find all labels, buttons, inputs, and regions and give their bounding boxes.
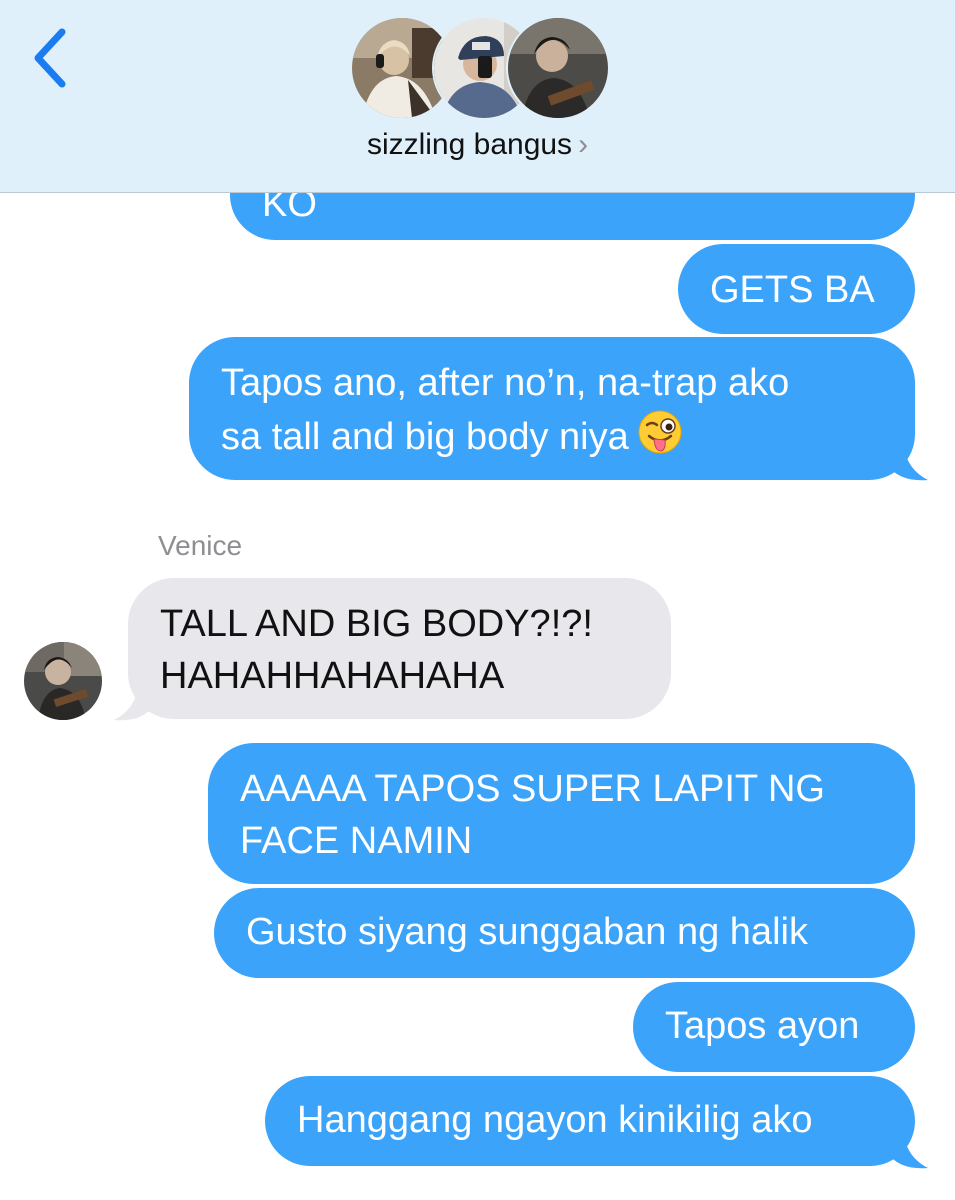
message-text-line: TALL AND BIG BODY?!?! [160,603,593,645]
message-text: Hanggang ngayon kinikilig ako [297,1099,813,1141]
message-text: Tapos ayon [665,1005,860,1047]
chevron-left-icon [34,28,66,88]
chevron-right-icon: › [578,128,589,161]
message-bubble-outgoing[interactable]: AAAAA TAPOS SUPER LAPIT NG FACE NAMIN [208,743,915,884]
bubble-tail [890,448,928,481]
bubble-tail [114,688,152,721]
member-photo-icon [508,18,608,118]
sender-name: Venice [158,530,243,561]
message-bubble-outgoing[interactable]: Tapos ayon [633,982,915,1072]
message-bubble-outgoing[interactable]: GETS BA [678,244,915,334]
back-button[interactable] [28,26,72,90]
message-bubble-outgoing[interactable]: Hanggang ngayon kinikilig ako [265,1076,915,1166]
message-text: sa tall and big body niya [221,416,629,458]
group-avatars[interactable] [350,16,610,120]
winking-face-with-tongue-emoji [638,410,682,454]
message-text: Gusto siyang sunggaban ng halik [246,911,808,953]
message-text-line: FACE NAMIN [240,820,473,862]
sender-avatar[interactable] [24,642,102,720]
message-bubble-incoming[interactable]: TALL AND BIG BODY?!?! HAHAHHAHAHAHA [128,578,671,719]
message-bubble-outgoing[interactable]: Gusto siyang sunggaban ng halik [214,888,915,978]
member-avatar [506,16,610,120]
avatar-photo [24,642,102,720]
message-text-line: Tapos ano, after no’n, na-trap ako [221,362,790,404]
message-text-line: HAHAHHAHAHAHA [160,655,505,697]
message-text-line: AAAAA TAPOS SUPER LAPIT NG [240,768,825,810]
message-bubble-outgoing[interactable]: Tapos ano, after no’n, na-trap ako sa ta… [189,337,915,480]
group-name-button[interactable]: sizzling bangus › [0,128,955,162]
message-text-line: sa tall and big body niya [221,409,883,463]
message-text: GETS BA [710,269,875,311]
group-name: sizzling bangus [366,128,573,161]
conversation-header: sizzling bangus › [0,0,955,193]
bubble-tail [890,1136,928,1169]
